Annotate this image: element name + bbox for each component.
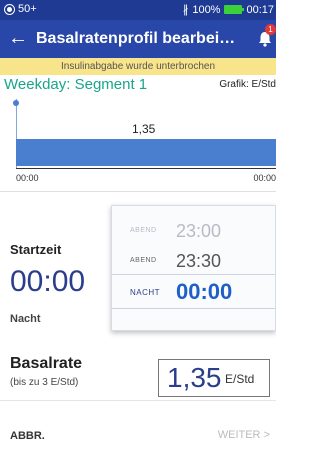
cancel-button[interactable]: ABBR. bbox=[10, 430, 45, 442]
app-bar: ← Basalratenprofil bearbei… 1 bbox=[0, 20, 276, 58]
start-time-value[interactable]: 00:00 bbox=[10, 265, 85, 299]
basal-rate-input[interactable]: 1,35 E/Std bbox=[158, 359, 270, 397]
start-time-period: Nacht bbox=[10, 313, 41, 325]
status-right: ∦ 100% 00:17 bbox=[182, 3, 274, 17]
next-button[interactable]: WEITER > bbox=[218, 429, 270, 441]
graph-start-dot bbox=[13, 100, 19, 106]
battery-icon bbox=[224, 5, 245, 14]
segment-title: Weekday: Segment 1 bbox=[4, 76, 148, 93]
picker-separator bbox=[112, 308, 275, 309]
picker-time: 00:00 bbox=[176, 279, 233, 304]
status-bar: 50+ ∦ 100% 00:17 bbox=[0, 0, 276, 20]
graph-unit-label: Grafik: E/Std bbox=[219, 79, 276, 90]
graph-value-label: 1,35 bbox=[132, 122, 156, 136]
graph-end-tick: 00:00 bbox=[253, 173, 276, 183]
picker-row[interactable]: ABEND 23:00 bbox=[112, 219, 275, 243]
basal-rate-unit: E/Std bbox=[225, 372, 255, 386]
notification-badge: 1 bbox=[265, 24, 276, 35]
chevron-right-icon: > bbox=[263, 429, 270, 441]
picker-time: 23:00 bbox=[176, 221, 222, 241]
picker-time: 23:30 bbox=[176, 251, 222, 271]
divider bbox=[0, 191, 276, 192]
basal-rate-label: Basalrate bbox=[10, 355, 83, 372]
back-arrow-icon[interactable]: ← bbox=[8, 26, 28, 50]
clock: 00:17 bbox=[246, 3, 274, 16]
picker-period: ABEND bbox=[130, 257, 157, 264]
status-left-text: 50+ bbox=[18, 3, 37, 15]
picker-separator bbox=[112, 274, 275, 275]
battery-percent: 100% bbox=[192, 3, 221, 16]
status-banner: Insulinabgabe wurde unterbrochen bbox=[0, 58, 276, 75]
graph-rate-bar bbox=[16, 139, 276, 166]
graph-start-tick: 00:00 bbox=[16, 173, 39, 183]
graph-axis bbox=[16, 168, 276, 169]
picker-row-selected[interactable]: NACHT 00:00 bbox=[112, 278, 275, 304]
bluetooth-icon: ∦ bbox=[182, 4, 189, 16]
picker-period: ABEND bbox=[130, 227, 157, 234]
status-left: 50+ bbox=[4, 3, 37, 15]
next-button-label: WEITER bbox=[217, 429, 261, 441]
start-time-label: Startzeit bbox=[10, 242, 62, 257]
page-title: Basalratenprofil bearbei… bbox=[36, 30, 236, 47]
picker-row[interactable]: ABEND 23:30 bbox=[112, 249, 275, 273]
screen: 50+ ∦ 100% 00:17 ← Basalratenprofil bear… bbox=[0, 0, 276, 460]
basal-rate-hint: (bis zu 3 E/Std) bbox=[10, 377, 79, 388]
picker-period: NACHT bbox=[130, 288, 161, 297]
segment-header: Weekday: Segment 1 Grafik: E/Std bbox=[0, 75, 276, 95]
footer-divider bbox=[0, 400, 276, 401]
basal-graph: 1,35 00:00 00:00 bbox=[0, 97, 276, 193]
basal-rate-value: 1,35 bbox=[167, 362, 222, 393]
time-picker[interactable]: ABEND 23:00 ABEND 23:30 NACHT 00:00 bbox=[111, 205, 276, 331]
record-icon bbox=[4, 3, 15, 15]
